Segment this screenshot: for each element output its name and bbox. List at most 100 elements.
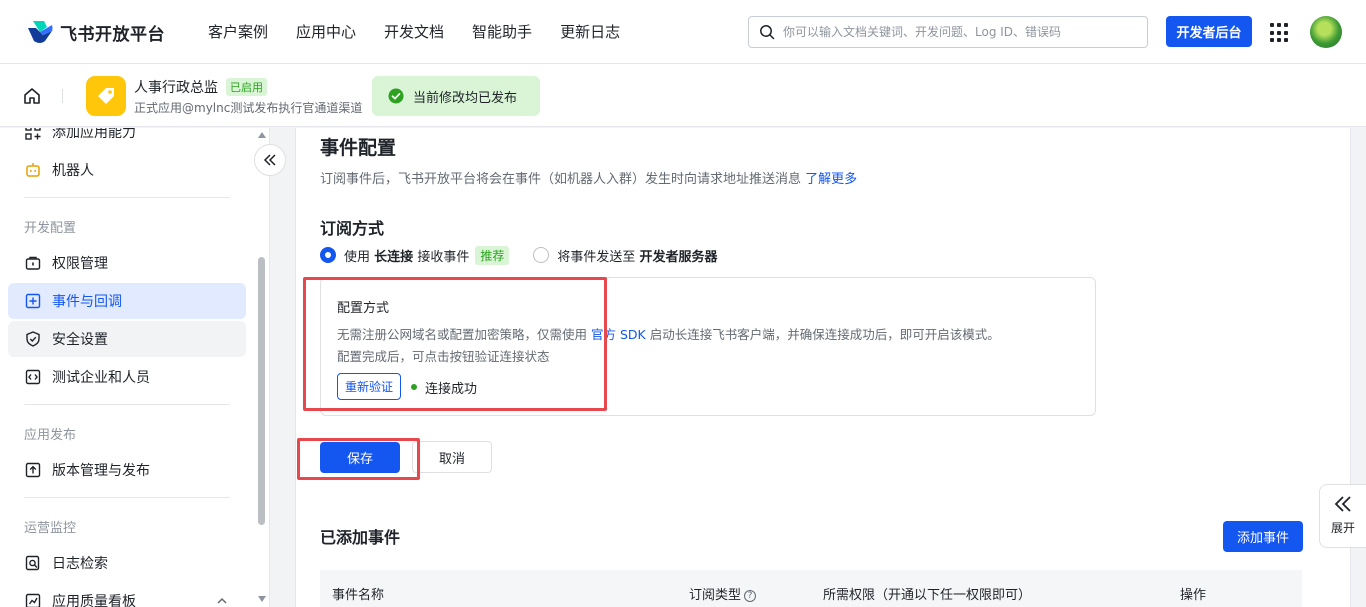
column-header-actions: 操作 (1180, 588, 1207, 603)
feishu-logo-icon (28, 21, 53, 43)
sidebar-item-version-release[interactable]: 版本管理与发布 (8, 452, 246, 488)
save-button[interactable]: 保存 (320, 442, 400, 473)
config-method-hint: 配置完成后，可点击按钮验证连接状态 (337, 349, 550, 364)
config-method-title: 配置方式 (337, 301, 390, 316)
search-input[interactable] (783, 25, 1143, 39)
official-sdk-link[interactable]: 官方 SDK (591, 327, 646, 342)
config-method-description: 无需注册公网域名或配置加密策略，仅需使用 官方 SDK 启动长连接飞书客户端，并… (337, 327, 1000, 342)
double-chevron-left-icon (1334, 496, 1351, 512)
expand-label: 展开 (1330, 521, 1355, 535)
search-icon (760, 25, 775, 40)
sidebar-item-label: 机器人 (52, 163, 94, 179)
sidebar-item-log-search[interactable]: 日志检索 (8, 545, 246, 581)
divider (24, 404, 230, 405)
sidebar-item-label: 权限管理 (52, 256, 108, 272)
sidebar-group-dev-config: 开发配置 (24, 221, 77, 236)
radio-developer-server-label[interactable]: 将事件发送至 开发者服务器 (557, 246, 717, 265)
reverify-button[interactable]: 重新验证 (337, 373, 402, 400)
top-nav: 客户案例 应用中心 开发文档 智能助手 更新日志 (208, 21, 648, 42)
nav-customer-cases[interactable]: 客户案例 (208, 21, 268, 42)
collapse-sidebar-button[interactable] (254, 144, 286, 176)
brand-name: 飞书开放平台 (60, 24, 165, 45)
app-icon (86, 76, 126, 116)
column-header-required-permission: 所需权限（开通以下任一权限即可） (823, 588, 1032, 603)
permission-icon (25, 256, 41, 270)
log-search-icon (25, 555, 40, 571)
page-title: 事件配置 (320, 137, 397, 159)
nav-changelog[interactable]: 更新日志 (560, 21, 620, 42)
sidebar-scroll-thumb[interactable] (258, 257, 265, 525)
search-box[interactable] (748, 16, 1148, 48)
help-icon[interactable]: ? (744, 590, 757, 602)
nav-ai-assistant[interactable]: 智能助手 (472, 21, 532, 42)
connection-status-text: 连接成功 (425, 382, 478, 397)
robot-icon (26, 163, 40, 177)
app-status-badge: 已启用 (226, 78, 267, 96)
sidebar: 添加应用能力 机器人 开发配置 权限管理 事件与回调 安全设置 测试企业和人员 … (0, 128, 270, 607)
test-icon (25, 369, 41, 385)
sidebar-item-label: 测试企业和人员 (52, 370, 150, 386)
divider (62, 89, 63, 103)
sidebar-item-permissions[interactable]: 权限管理 (8, 245, 246, 281)
column-header-subscribe-type: 订阅类型? (689, 584, 757, 603)
app-subtitle: 正式应用@mylnc测试发布执行官通道渠道 (134, 101, 363, 115)
nav-dev-docs[interactable]: 开发文档 (384, 21, 444, 42)
divider (24, 497, 230, 498)
sidebar-item-events-callbacks[interactable]: 事件与回调 (8, 283, 246, 319)
radio-developer-server[interactable] (533, 247, 550, 263)
sidebar-item-label: 安全设置 (52, 332, 108, 348)
event-config-panel: 事件配置 订阅事件后，飞书开放平台将会在事件（如机器人入群）发生时向请求地址推送… (295, 128, 1351, 607)
radio-long-connection[interactable] (320, 247, 336, 263)
nav-app-center[interactable]: 应用中心 (296, 21, 356, 42)
sidebar-item-label: 日志检索 (52, 556, 108, 572)
sidebar-group-monitor: 运营监控 (24, 521, 77, 536)
publish-status-text: 当前修改均已发布 (413, 90, 518, 106)
cancel-button[interactable]: 取消 (412, 441, 492, 473)
scroll-down-arrow-icon[interactable] (258, 596, 266, 602)
connection-status-dot (411, 384, 417, 390)
add-capability-icon (25, 128, 41, 140)
sidebar-item-add-capability[interactable]: 添加应用能力 (8, 128, 246, 150)
sidebar-scrollbar[interactable] (256, 128, 268, 607)
sidebar-item-label: 添加应用能力 (52, 128, 136, 141)
sidebar-item-label: 事件与回调 (52, 294, 122, 310)
chevron-up-icon[interactable] (216, 596, 228, 606)
subscribe-method-title: 订阅方式 (320, 219, 385, 238)
radio-long-connection-label[interactable]: 使用 长连接 接收事件 (344, 246, 469, 265)
brand-logo[interactable]: 飞书开放平台 (26, 19, 165, 45)
sidebar-item-security[interactable]: 安全设置 (8, 321, 246, 357)
sidebar-item-label: 应用质量看板 (52, 594, 136, 607)
expand-panel-button[interactable]: 展开 (1319, 484, 1366, 548)
sidebar-item-quality-dashboard[interactable]: 应用质量看板 (8, 583, 246, 607)
sidebar-group-publish: 应用发布 (24, 428, 77, 443)
event-icon (25, 293, 41, 309)
developer-console-button[interactable]: 开发者后台 (1166, 16, 1252, 47)
app-header-bar: 人事行政总监 已启用 正式应用@mylnc测试发布执行官通道渠道 当前修改均已发… (0, 64, 1366, 127)
config-method-box: 配置方式 无需注册公网域名或配置加密策略，仅需使用 官方 SDK 启动长连接飞书… (320, 277, 1096, 416)
check-circle-icon (388, 88, 404, 104)
subscribe-method-options: 使用 长连接 接收事件 推荐 将事件发送至 开发者服务器 (320, 245, 718, 265)
double-chevron-left-icon (263, 154, 276, 166)
added-events-title: 已添加事件 (320, 528, 401, 547)
sidebar-item-label: 版本管理与发布 (52, 463, 150, 479)
add-event-button[interactable]: 添加事件 (1223, 521, 1303, 552)
tag-icon (98, 88, 114, 104)
home-icon[interactable] (22, 86, 42, 106)
recommended-badge: 推荐 (475, 245, 510, 265)
page-description: 订阅事件后，飞书开放平台将会在事件（如机器人入群）发生时向请求地址推送消息 了解… (320, 172, 858, 187)
user-avatar[interactable] (1310, 16, 1342, 48)
learn-more-link[interactable]: 了解更多 (805, 172, 857, 187)
upload-icon (25, 462, 41, 478)
app-name: 人事行政总监 (134, 80, 218, 96)
publish-status-toast: 当前修改均已发布 (372, 76, 540, 116)
divider (24, 197, 230, 198)
column-header-event-name: 事件名称 (332, 588, 385, 603)
sidebar-item-test-orgs[interactable]: 测试企业和人员 (8, 359, 246, 395)
dashboard-icon (25, 593, 41, 607)
sidebar-item-robot[interactable]: 机器人 (8, 152, 246, 188)
top-navigation-bar: 飞书开放平台 客户案例 应用中心 开发文档 智能助手 更新日志 开发者后台 (0, 0, 1366, 64)
shield-icon (26, 331, 40, 347)
events-table-header: 事件名称 订阅类型? 所需权限（开通以下任一权限即可） 操作 (320, 570, 1302, 607)
app-grid-icon[interactable] (1270, 23, 1290, 43)
scroll-up-arrow-icon[interactable] (258, 132, 266, 138)
